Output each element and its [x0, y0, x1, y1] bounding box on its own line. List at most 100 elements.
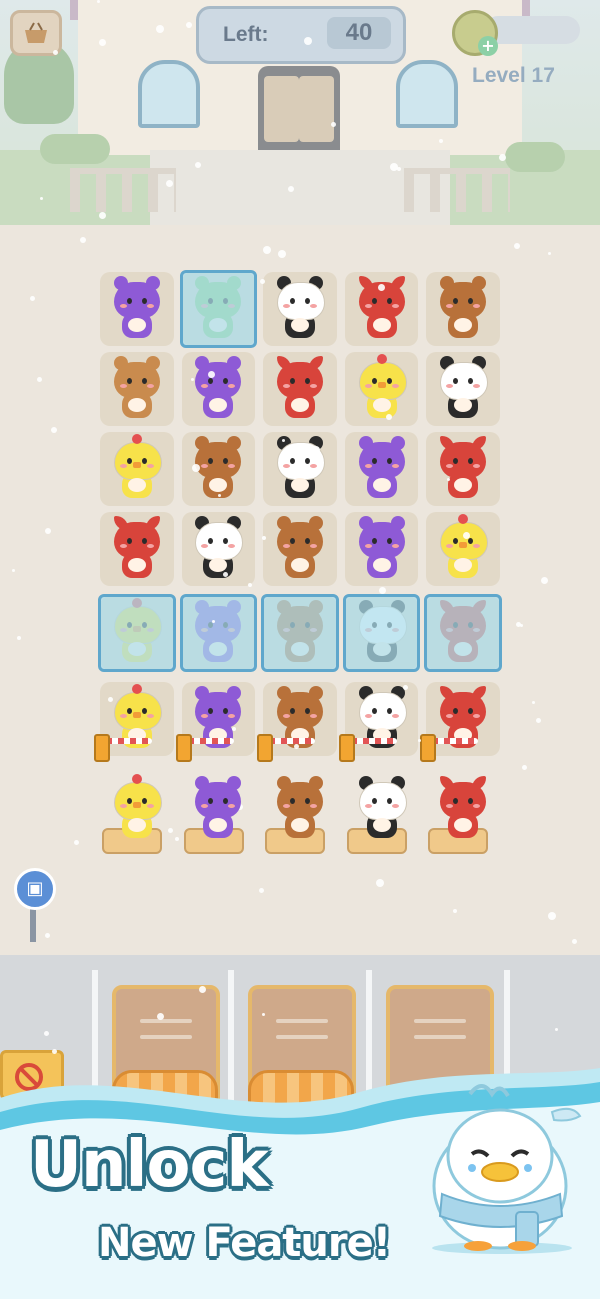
- hippo-tile[interactable]: [181, 352, 256, 426]
- level-label: Level 17: [472, 64, 555, 87]
- ice-block: [98, 594, 176, 672]
- panda-tile[interactable]: [181, 512, 256, 586]
- plus-icon: +: [481, 36, 495, 55]
- fox-tile[interactable]: [426, 432, 500, 506]
- bear-icon: [273, 776, 327, 842]
- ice-block: [179, 270, 258, 348]
- hippo-icon: [191, 776, 245, 842]
- house-window-left: [138, 60, 200, 128]
- chick-tile[interactable]: [100, 772, 174, 854]
- hippo-tile[interactable]: [344, 432, 419, 506]
- hippo-tile[interactable]: [182, 772, 256, 854]
- promo-headline: Unlock: [30, 1128, 269, 1202]
- tile-row: [94, 682, 500, 762]
- hippo-tile[interactable]: [100, 272, 174, 346]
- chick-icon: [110, 434, 164, 502]
- tile-grid: [94, 270, 502, 882]
- moves-left-panel: Left: 40: [196, 6, 406, 64]
- promo-subheadline: New Feature!: [98, 1220, 391, 1266]
- tile-row: [100, 512, 500, 586]
- barrier-gate-icon: [94, 734, 154, 762]
- tile-row: [100, 772, 500, 854]
- bear-tile[interactable]: [426, 272, 500, 346]
- panda-tile[interactable]: [345, 772, 419, 854]
- hippo-icon: [355, 436, 409, 502]
- panda-tile[interactable]: [263, 432, 337, 506]
- hippo-tile[interactable]: [175, 682, 256, 762]
- barrier-gate-icon: [257, 734, 317, 762]
- tiger-icon: [110, 356, 164, 422]
- fox-tile[interactable]: [420, 682, 500, 762]
- frozen-bear-tile[interactable]: [261, 594, 339, 672]
- fence-left: [70, 168, 176, 212]
- hippo-icon: [110, 276, 164, 342]
- frozen-panda-tile[interactable]: [342, 594, 421, 672]
- bus-icon: ▣: [26, 878, 44, 899]
- tiger-tile[interactable]: [100, 352, 174, 426]
- moves-left-value: 40: [327, 17, 391, 49]
- bear-icon: [191, 436, 245, 502]
- coin-counter: [484, 16, 580, 44]
- ice-block: [424, 594, 502, 672]
- fox-icon: [355, 276, 409, 342]
- fence-right: [404, 168, 510, 212]
- shop-basket-icon: [25, 22, 47, 43]
- moves-left-label: Left:: [223, 23, 269, 46]
- panda-icon: [436, 356, 490, 422]
- frozen-duck-mascot: [432, 1084, 582, 1254]
- fox-icon: [436, 776, 490, 842]
- bear-tile[interactable]: [263, 512, 337, 586]
- frozen-dino-tile[interactable]: [179, 270, 258, 348]
- chick-tile[interactable]: [344, 352, 419, 426]
- tile-row: [100, 432, 500, 506]
- shop-button[interactable]: [10, 10, 62, 56]
- barrier-gate-icon: [175, 734, 236, 762]
- chick-icon: [355, 354, 409, 422]
- hippo-icon: [355, 516, 409, 582]
- bear-icon: [273, 516, 327, 582]
- panda-icon: [191, 516, 245, 582]
- bush: [40, 134, 110, 164]
- house-door: [258, 66, 340, 150]
- ice-block: [342, 594, 421, 672]
- ice-block: [179, 594, 258, 672]
- add-coin-button[interactable]: +: [478, 36, 498, 56]
- chick-tile[interactable]: [426, 512, 500, 586]
- fox-tile[interactable]: [426, 772, 500, 854]
- bear-tile[interactable]: [257, 682, 337, 762]
- chick-tile[interactable]: [100, 432, 174, 506]
- panda-tile[interactable]: [263, 272, 337, 346]
- bear-tile[interactable]: [181, 432, 256, 506]
- bus-stop-pole: [30, 906, 36, 942]
- chick-tile[interactable]: [94, 682, 174, 762]
- tile-row: [98, 594, 502, 672]
- panda-icon: [273, 436, 327, 502]
- panda-icon: [355, 776, 409, 842]
- tile-row: [100, 352, 500, 426]
- panda-tile[interactable]: [338, 682, 419, 762]
- fox-icon: [273, 356, 327, 422]
- panda-icon: [273, 276, 327, 342]
- barrier-gate-icon: [338, 734, 399, 762]
- tile-row: [100, 270, 500, 348]
- frozen-chick-tile[interactable]: [98, 594, 176, 672]
- fox-tile[interactable]: [344, 272, 419, 346]
- chick-icon: [110, 774, 164, 842]
- panda-tile[interactable]: [426, 352, 500, 426]
- bear-icon: [436, 276, 490, 342]
- bush: [505, 142, 565, 172]
- bear-tile[interactable]: [263, 772, 337, 854]
- fox-icon: [110, 516, 164, 582]
- chick-icon: [436, 514, 490, 582]
- ice-block: [261, 594, 339, 672]
- barrier-gate-icon: [420, 734, 480, 762]
- frozen-fox-tile[interactable]: [424, 594, 502, 672]
- fox-tile[interactable]: [100, 512, 174, 586]
- fox-tile[interactable]: [263, 352, 337, 426]
- fox-icon: [436, 436, 490, 502]
- hippo-icon: [191, 356, 245, 422]
- hippo-tile[interactable]: [344, 512, 419, 586]
- frozen-hippo-tile[interactable]: [179, 594, 258, 672]
- house-window-right: [396, 60, 458, 128]
- bus-stop-sign: ▣: [14, 868, 56, 910]
